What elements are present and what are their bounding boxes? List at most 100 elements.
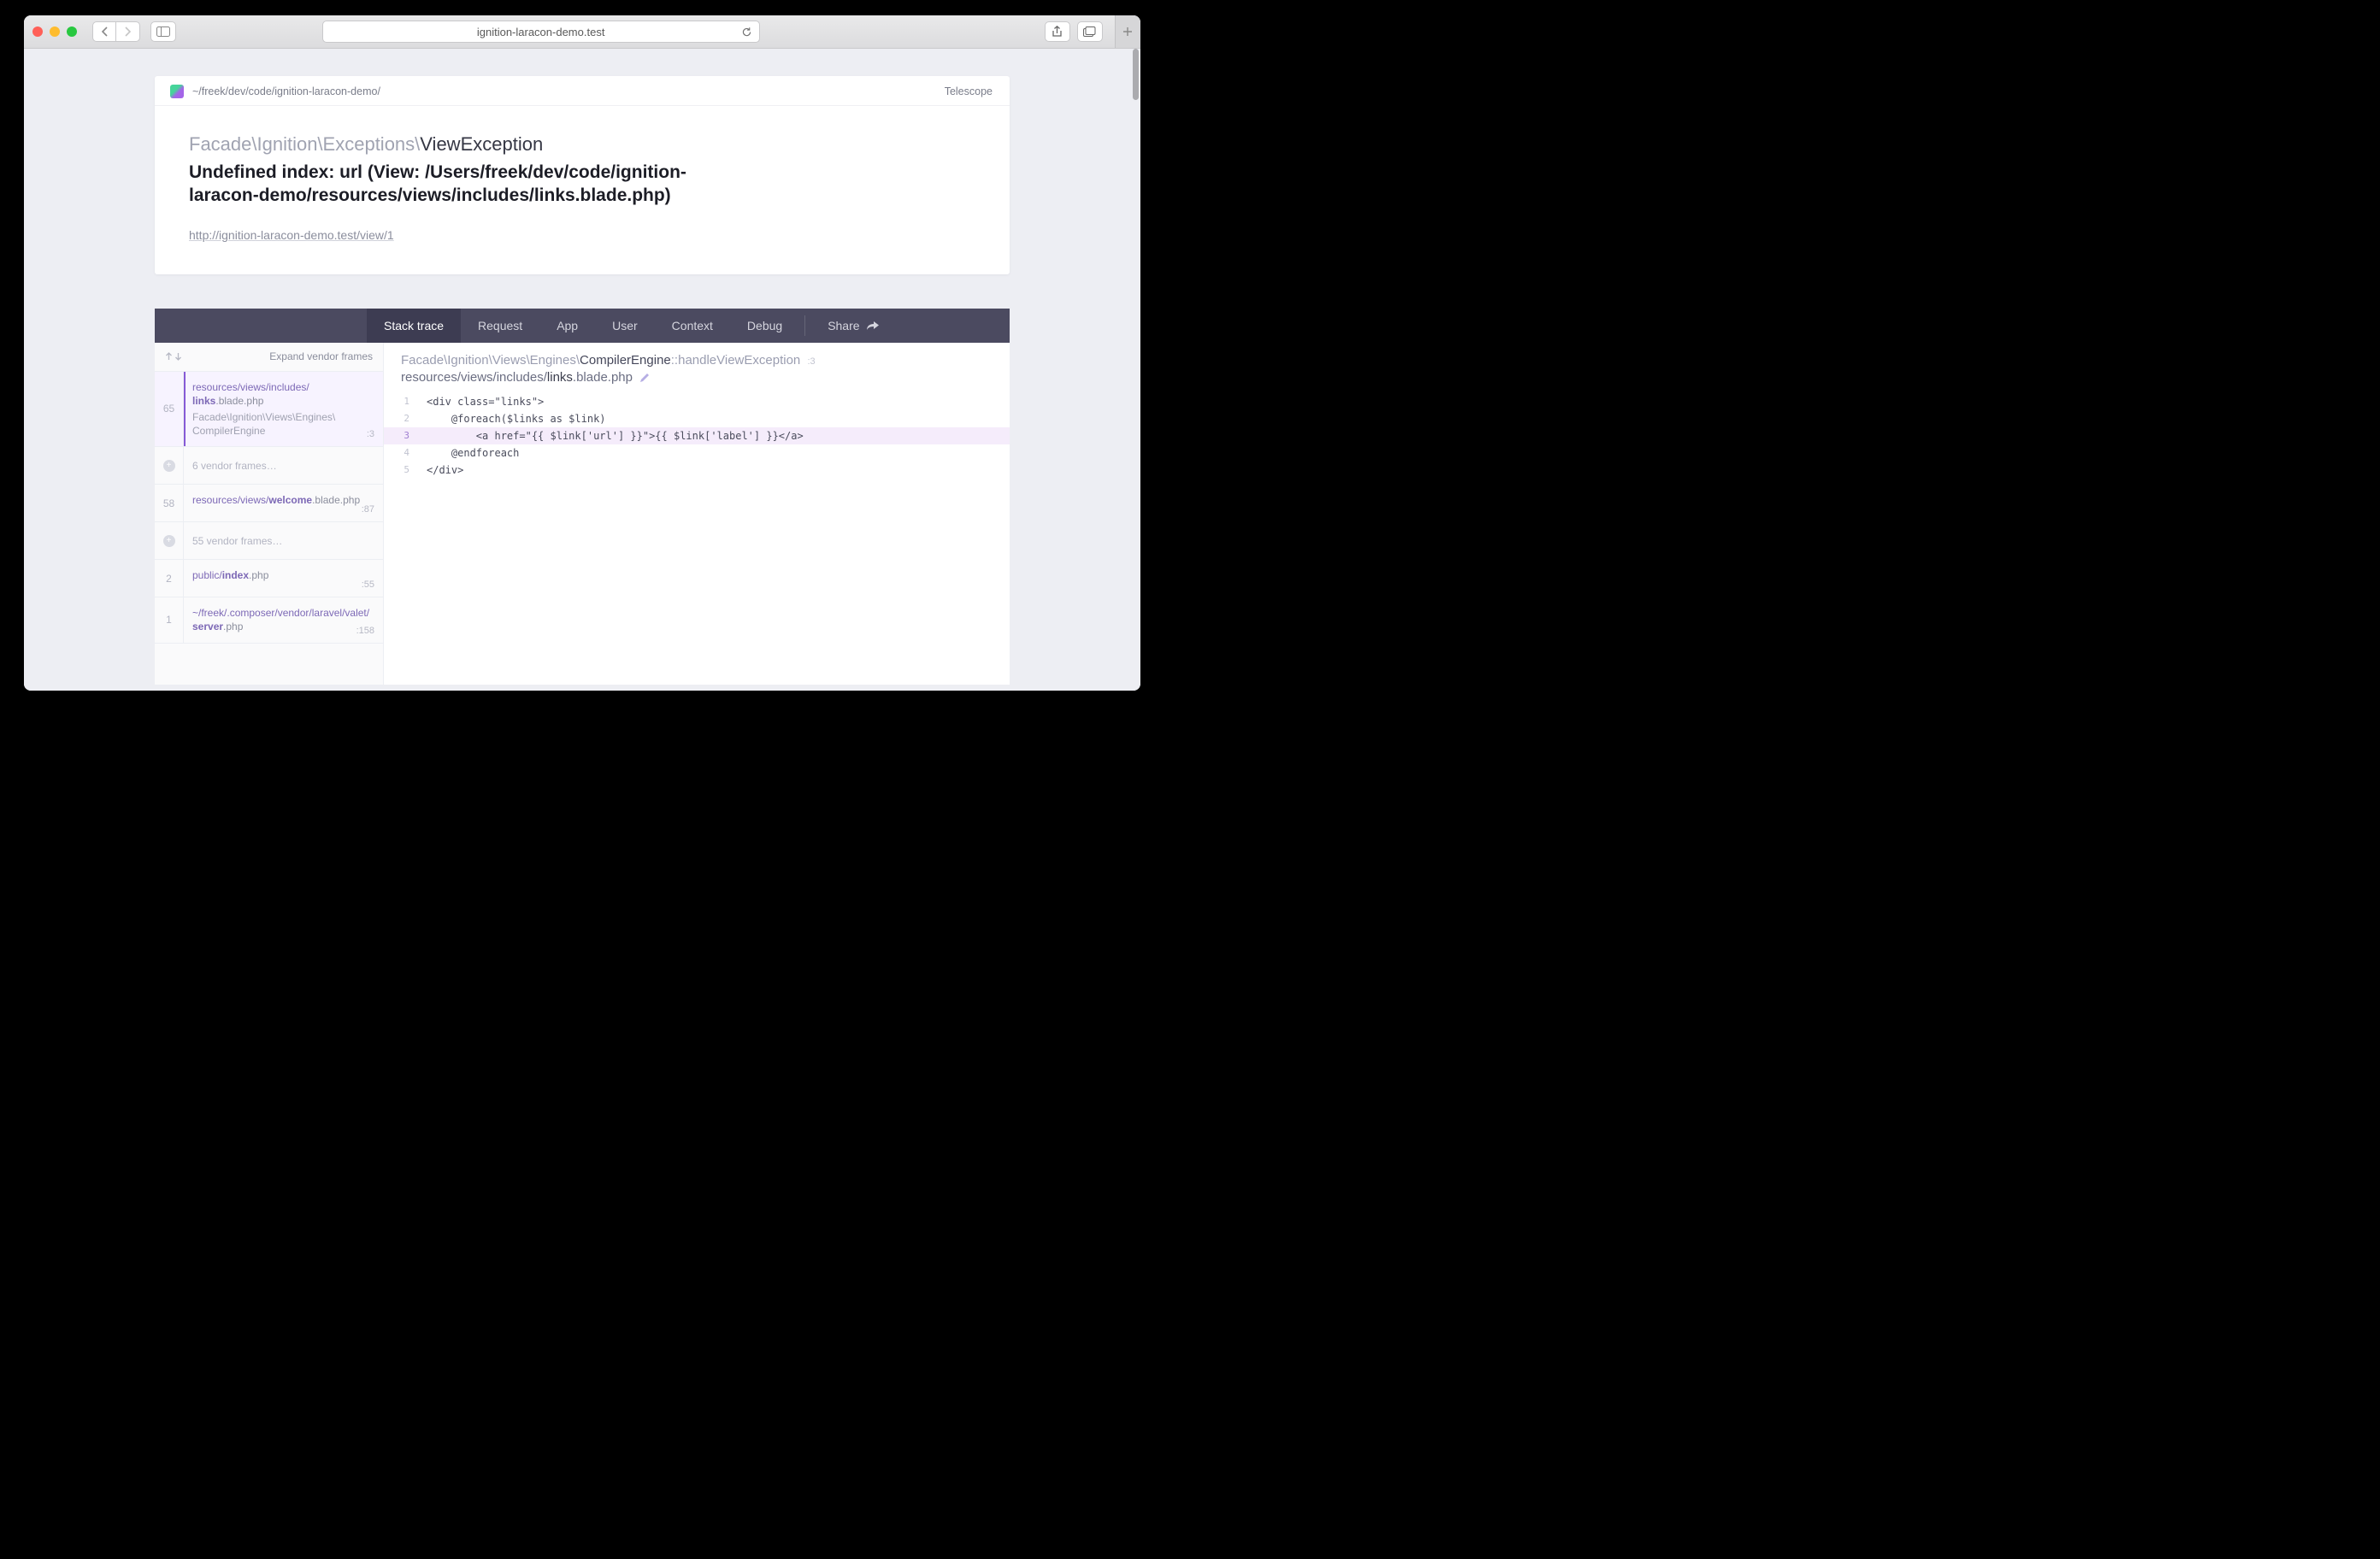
code-line-number: 3 — [384, 430, 418, 441]
code-header: Facade\Ignition\Views\Engines\CompilerEn… — [384, 343, 1010, 393]
exception-card: ~/freek/dev/code/ignition-laracon-demo/ … — [155, 76, 1010, 274]
code-line: 5</div> — [384, 462, 1010, 479]
tab-context[interactable]: Context — [655, 309, 730, 343]
back-button[interactable] — [92, 21, 116, 42]
code-line-text: <a href="{{ $link['url'] }}">{{ $link['l… — [418, 430, 804, 442]
tab-share[interactable]: Share — [810, 309, 895, 343]
code-namespace: Facade\Ignition\Views\Engines\CompilerEn… — [401, 353, 993, 368]
frame-path-prefix: resources/views/ — [192, 494, 268, 506]
telescope-link[interactable]: Telescope — [945, 85, 993, 97]
tab-user[interactable]: User — [595, 309, 655, 343]
frame-expand-icon: + — [155, 447, 184, 484]
code-line-number: 5 — [384, 464, 418, 475]
code-line-text: <div class="links"> — [418, 396, 544, 408]
code-line-number: 4 — [384, 447, 418, 458]
code-line-number: 1 — [384, 396, 418, 407]
tab-debug[interactable]: Debug — [730, 309, 799, 343]
frames-column: Expand vendor frames 65 resources/views/… — [155, 343, 384, 685]
frame-line: :87 — [362, 504, 374, 515]
stack-frame-collapsed[interactable]: + 6 vendor frames… — [155, 447, 383, 485]
tab-share-label: Share — [828, 319, 859, 332]
code-line-number: 2 — [384, 413, 418, 424]
tab-request[interactable]: Request — [461, 309, 539, 343]
window-close-button[interactable] — [32, 26, 43, 37]
code-line: 3 <a href="{{ $link['url'] }}">{{ $link[… — [384, 427, 1010, 444]
frame-line: :3 — [367, 429, 374, 439]
frame-body: 55 vendor frames… — [184, 522, 383, 559]
code-line-text: @endforeach — [418, 447, 519, 459]
frame-path-prefix: resources/views/includes/ — [192, 381, 309, 393]
frame-path-ext: .php — [223, 621, 243, 632]
code-file-name: links — [547, 370, 573, 385]
exception-namespace: Facade\Ignition\Exceptions\ViewException — [189, 133, 975, 156]
stack-frame[interactable]: 2 public/index.php :55 — [155, 560, 383, 597]
address-text: ignition-laracon-demo.test — [330, 26, 752, 38]
new-tab-button[interactable] — [1115, 15, 1140, 48]
code-line-text: </div> — [418, 464, 463, 476]
frame-nav-arrows[interactable] — [165, 352, 182, 361]
frame-path: resources/views/includes/ links.blade.ph… — [192, 380, 373, 408]
frame-expand-icon: + — [155, 522, 184, 559]
stack-frame[interactable]: 1 ~/freek/.composer/vendor/laravel/valet… — [155, 597, 383, 643]
tab-stack-trace[interactable]: Stack trace — [367, 309, 461, 343]
forward-button[interactable] — [116, 21, 140, 42]
repo-path: ~/freek/dev/code/ignition-laracon-demo/ — [192, 85, 380, 97]
frame-line: :55 — [362, 579, 374, 590]
frames-toolbar: Expand vendor frames — [155, 343, 383, 372]
pencil-icon[interactable] — [639, 372, 651, 383]
frame-number: 65 — [155, 372, 184, 447]
tab-divider — [804, 315, 805, 336]
frame-line: :158 — [356, 626, 374, 636]
frame-body: resources/views/welcome.blade.php :87 — [184, 485, 383, 521]
code-method: ::handleViewException — [671, 353, 801, 368]
code-ns-class: CompilerEngine — [580, 353, 671, 368]
code-line: 2 @foreach($links as $link) — [384, 410, 1010, 427]
exception-url[interactable]: http://ignition-laracon-demo.test/view/1 — [189, 228, 975, 242]
trace-body: Expand vendor frames 65 resources/views/… — [155, 343, 1010, 685]
card-header-top: ~/freek/dev/code/ignition-laracon-demo/ … — [155, 76, 1010, 106]
toolbar-right — [1045, 15, 1132, 48]
window-maximize-button[interactable] — [67, 26, 77, 37]
frame-path: public/index.php — [192, 568, 373, 582]
tabs-overview-button[interactable] — [1077, 21, 1103, 42]
share-icon — [867, 321, 879, 331]
frame-number: 58 — [155, 485, 184, 521]
code-line: 1<div class="links"> — [384, 393, 1010, 410]
frame-path-ext: .blade.php — [312, 494, 360, 506]
plus-circle-icon: + — [163, 460, 175, 472]
frame-body: ~/freek/.composer/vendor/laravel/valet/ … — [184, 597, 383, 642]
code-line-ref: :3 — [807, 356, 815, 367]
frame-number: 2 — [155, 560, 184, 597]
code-file-prefix: resources/views/includes/ — [401, 370, 547, 385]
frame-path-prefix: public/ — [192, 569, 222, 581]
window-minimize-button[interactable] — [50, 26, 60, 37]
frame-path-ext: .blade.php — [215, 395, 263, 407]
frame-path-file: links — [192, 395, 215, 407]
code-file-ext: .blade.php — [573, 370, 633, 385]
exception-message: Undefined index: url (View: /Users/freek… — [189, 161, 736, 208]
frame-number: 1 — [155, 597, 184, 642]
frame-path-file: index — [222, 569, 249, 581]
address-bar[interactable]: ignition-laracon-demo.test — [322, 21, 760, 43]
frame-body: resources/views/includes/ links.blade.ph… — [184, 372, 383, 447]
share-system-button[interactable] — [1045, 21, 1070, 42]
exception-namespace-prefix: Facade\Ignition\Exceptions\ — [189, 133, 420, 155]
scrollbar-thumb[interactable] — [1133, 49, 1139, 100]
plus-circle-icon: + — [163, 535, 175, 547]
frame-path: ~/freek/.composer/vendor/laravel/valet/ … — [192, 606, 373, 633]
frame-path: resources/views/welcome.blade.php — [192, 493, 373, 507]
tab-app[interactable]: App — [539, 309, 595, 343]
code-line: 4 @endforeach — [384, 444, 1010, 462]
reload-icon[interactable] — [741, 26, 752, 38]
frame-path-prefix: ~/freek/.composer/vendor/laravel/valet/ — [192, 607, 369, 619]
sidebar-toggle-button[interactable] — [150, 21, 176, 42]
stack-frame-active[interactable]: 65 resources/views/includes/ links.blade… — [155, 372, 383, 448]
stack-frame-collapsed[interactable]: + 55 vendor frames… — [155, 522, 383, 560]
frame-path-ext: .php — [249, 569, 268, 581]
stack-frame[interactable]: 58 resources/views/welcome.blade.php :87 — [155, 485, 383, 522]
browser-toolbar: ignition-laracon-demo.test — [24, 15, 1140, 49]
exception-block: Facade\Ignition\Exceptions\ViewException… — [155, 106, 1010, 274]
expand-vendor-frames[interactable]: Expand vendor frames — [269, 350, 373, 362]
tabs-bar: Stack trace Request App User Context Deb… — [155, 309, 1010, 343]
trace-card: Stack trace Request App User Context Deb… — [155, 309, 1010, 685]
